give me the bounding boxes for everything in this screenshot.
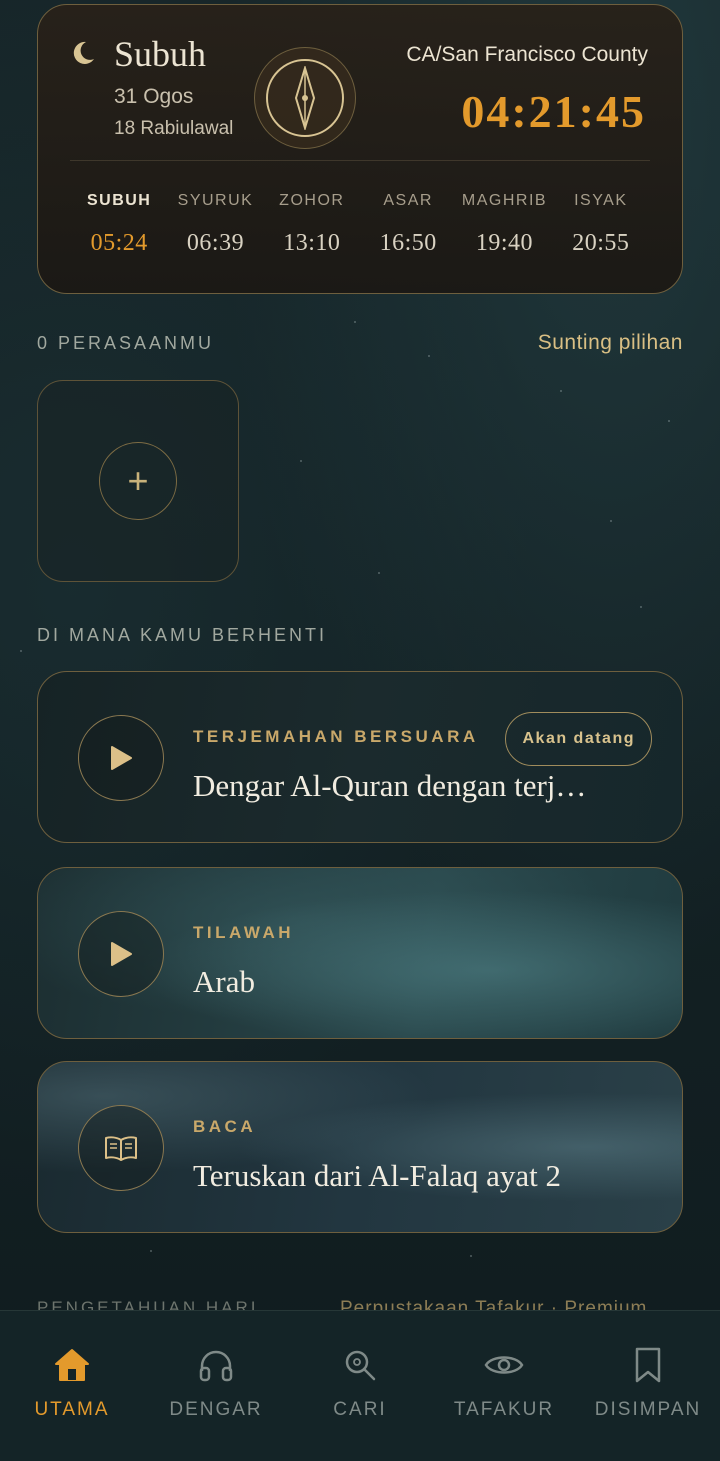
prayer-time-name: SYURUK [177,192,254,209]
play-button[interactable] [78,911,164,997]
nav-item-listen[interactable]: DENGAR [144,1311,288,1461]
coming-soon-badge: Akan datang [505,712,652,766]
prayer-time-asar: ASAR 16:50 [360,192,456,257]
resume-card-audio-translation[interactable]: TERJEMAHAN BERSUARA Dengar Al-Quran deng… [37,671,683,843]
play-button[interactable] [78,715,164,801]
location-label[interactable]: CA/San Francisco County [406,43,648,67]
plus-icon: + [99,442,177,520]
nav-label: CARI [333,1399,387,1420]
prayer-times-row: SUBUH 05:24 SYURUK 06:39 ZOHOR 13:10 ASA… [71,192,649,257]
nav-item-home[interactable]: UTAMA [0,1311,144,1461]
home-icon [55,1349,89,1381]
prayer-time-value: 16:50 [379,230,437,256]
nav-item-reflect[interactable]: TAFAKUR [432,1311,576,1461]
prayer-time-syuruk: SYURUK 06:39 [167,192,263,257]
prayer-time-name: SUBUH [86,192,152,209]
gregorian-date: 31 Ogos [114,85,194,108]
nav-label: DISIMPAN [594,1399,702,1420]
prayer-time-value: 13:10 [283,230,341,256]
eye-icon [484,1356,524,1374]
card-kicker: TERJEMAHAN BERSUARA [193,727,479,746]
current-prayer-name: Subuh [114,34,207,74]
nav-label: TAFAKUR [453,1399,555,1420]
moods-section-label: 0 PERASAANMU [37,333,215,353]
resume-section-label: DI MANA KAMU BERHENTI [37,625,328,645]
prayer-time-zohor: ZOHOR 13:10 [264,192,360,257]
prayer-time-subuh: SUBUH 05:24 [71,192,167,257]
card-title: Teruskan dari Al-Falaq ayat 2 [193,1158,561,1193]
prayer-time-name: MAGHRIB [461,192,548,209]
edit-moods-link[interactable]: Sunting pilihan [538,331,683,355]
qibla-compass-button[interactable] [254,47,356,149]
play-icon [111,746,132,770]
prayer-time-name: ZOHOR [279,192,345,209]
headphones-icon [199,1350,233,1382]
prayer-time-value: 20:55 [572,230,630,256]
prayer-time-value: 19:40 [475,230,534,256]
prayer-time-maghrib: MAGHRIB 19:40 [456,192,552,257]
hijri-date: 18 Rabiulawal [114,118,234,139]
bookmark-icon [635,1347,661,1383]
card-kicker: BACA [193,1117,257,1136]
book-icon [105,1136,137,1161]
countdown-timer: 04:21:45 [461,86,646,137]
moon-icon [73,41,94,64]
card-divider [70,160,650,161]
bottom-navigation: UTAMA DENGAR CARI TAFAKUR DISIMPAN [0,1310,720,1461]
prayer-times-card[interactable]: Subuh 31 Ogos 18 Rabiulawal CA/San Franc… [37,4,683,294]
compass-icon [294,66,316,130]
read-button[interactable] [78,1105,164,1191]
card-title: Arab [193,964,255,999]
nav-label: DENGAR [169,1399,263,1420]
prayer-time-isyak: ISYAK 20:55 [553,192,649,257]
prayer-time-name: ISYAK [574,192,628,209]
resume-card-read[interactable]: BACA Teruskan dari Al-Falaq ayat 2 [37,1061,683,1233]
nav-item-saved[interactable]: DISIMPAN [576,1311,720,1461]
nav-label: UTAMA [34,1399,110,1420]
add-mood-button[interactable]: + [37,380,239,582]
prayer-time-value: 06:39 [186,230,245,256]
nav-item-search[interactable]: CARI [288,1311,432,1461]
resume-card-recitation[interactable]: TILAWAH Arab [37,867,683,1039]
play-icon [111,942,132,966]
prayer-time-name: ASAR [383,192,433,209]
search-icon [345,1350,376,1381]
card-kicker: TILAWAH [193,923,294,942]
card-title: Dengar Al-Quran dengan terj… [193,768,587,803]
prayer-time-value: 05:24 [90,230,148,256]
